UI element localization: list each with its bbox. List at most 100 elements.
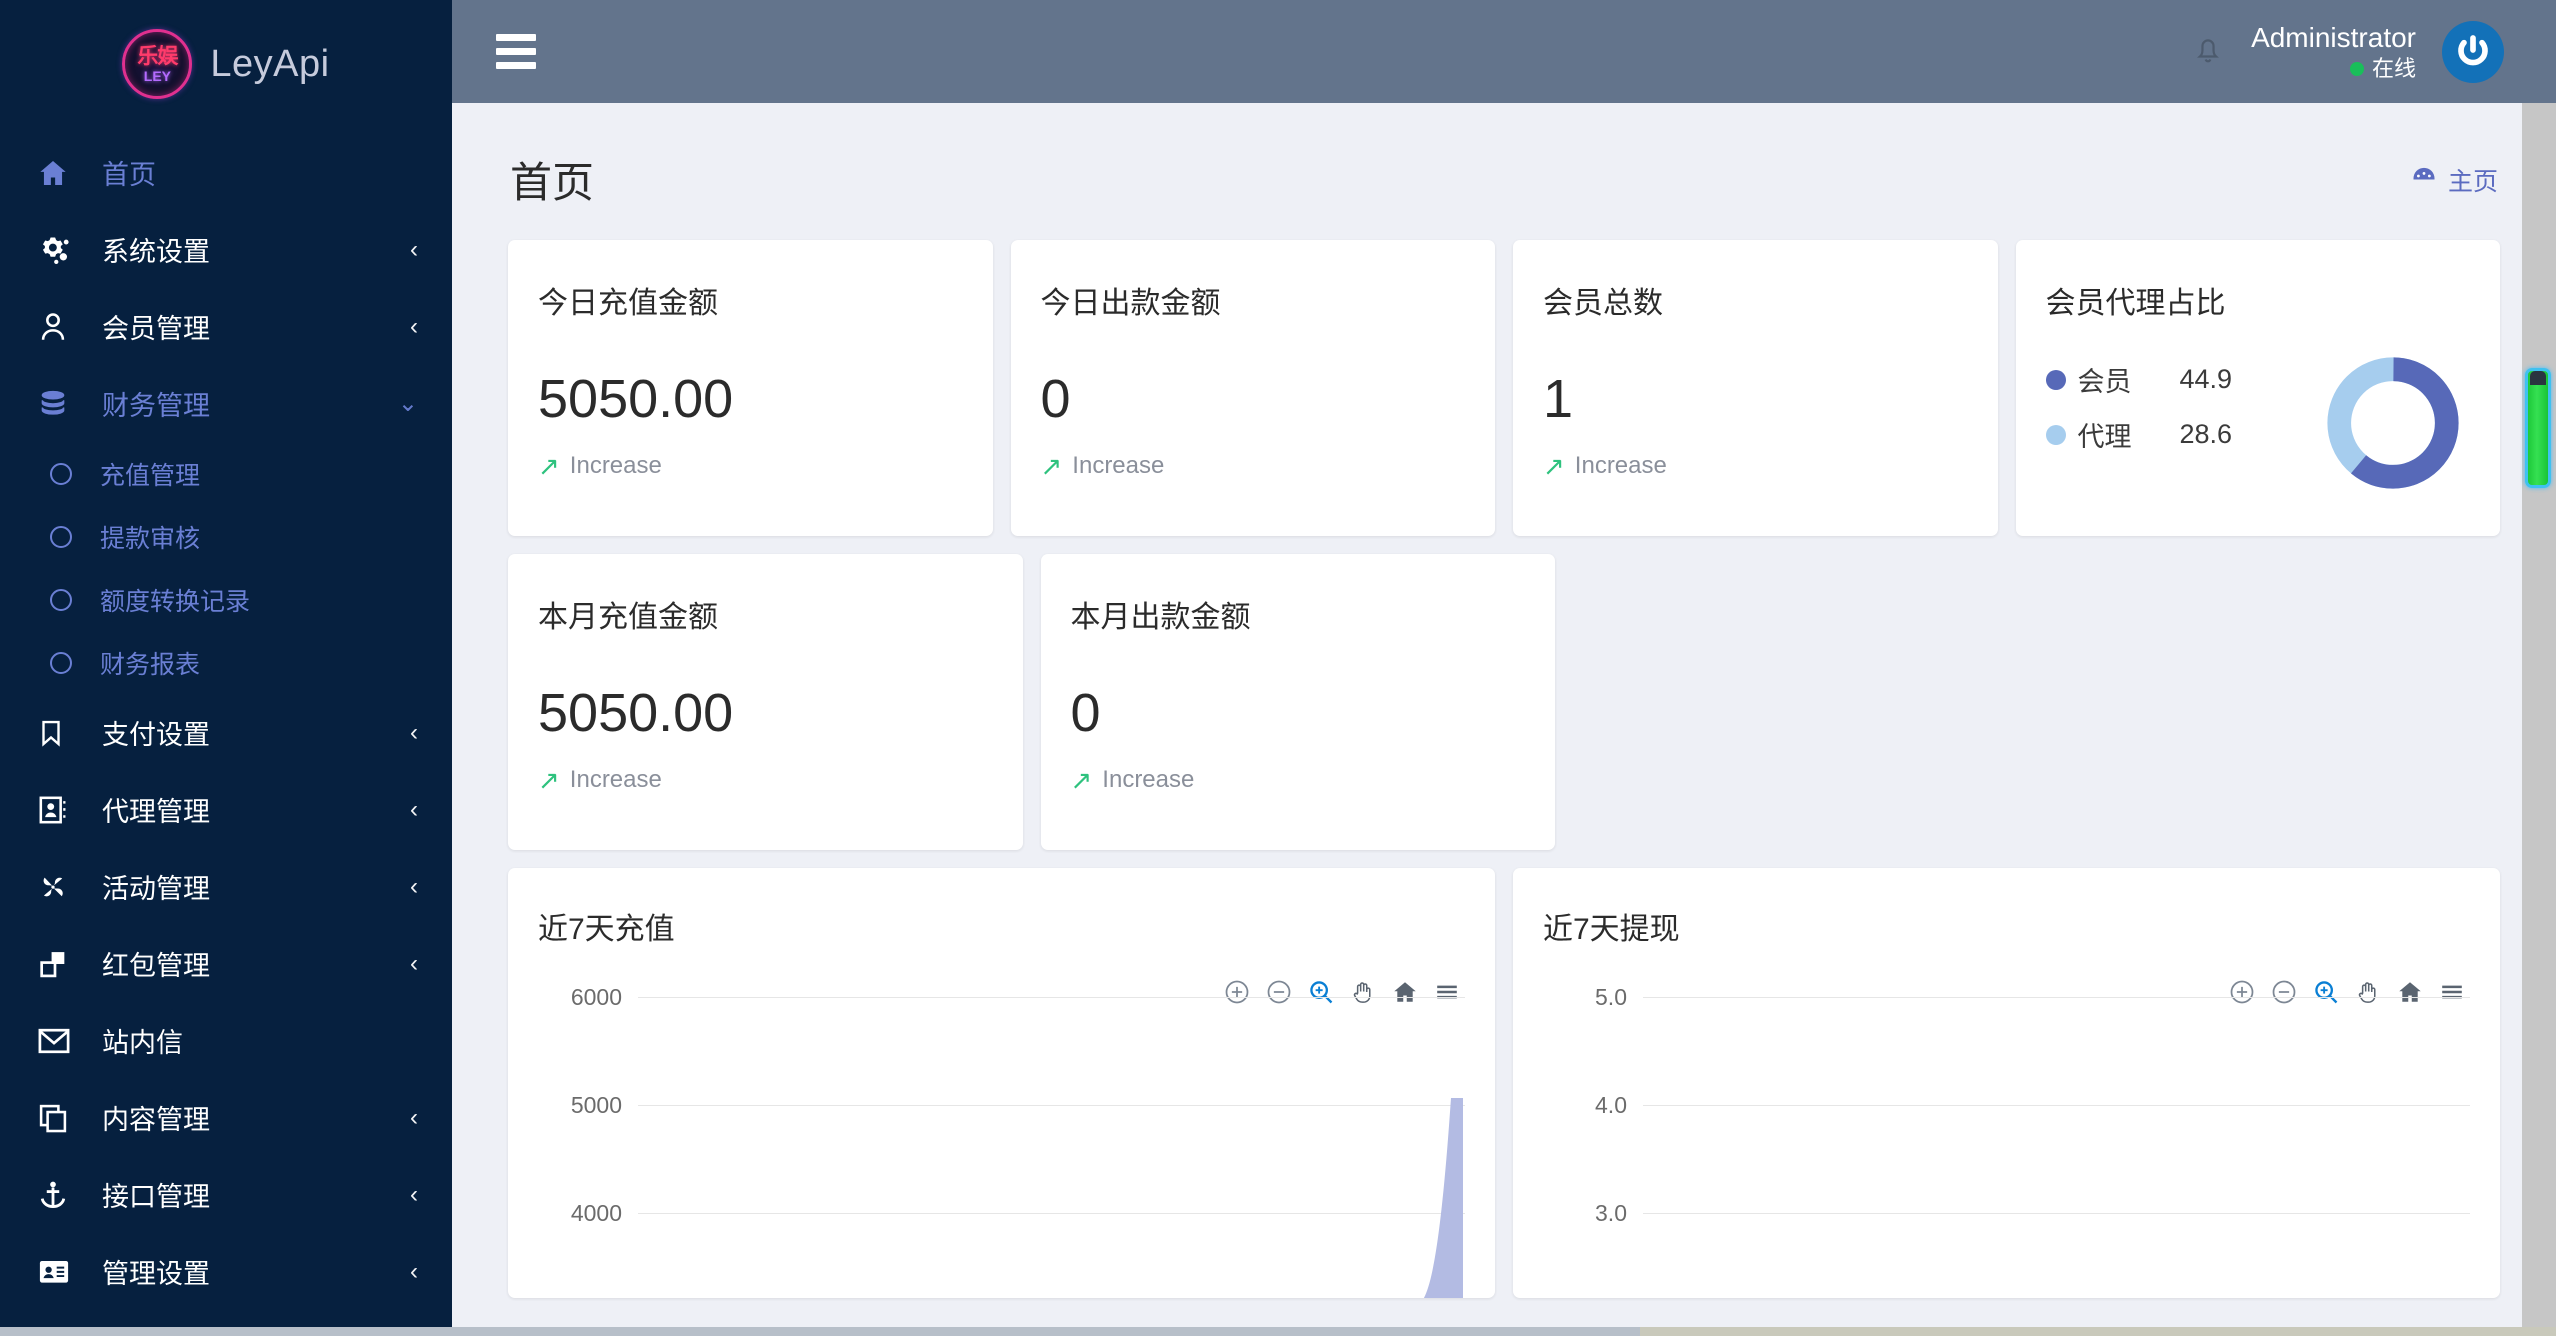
user-block[interactable]: Administrator 在线 (2251, 20, 2416, 83)
legend-label: 会员 (2077, 367, 2132, 397)
y-axis-tick: 4.0 (1543, 1092, 2470, 1119)
chart-plot: 6000 5000 4000 (538, 984, 1465, 1298)
y-axis-tick-label: 5000 (570, 1092, 622, 1118)
stat-title: 今日出款金额 (1040, 287, 1221, 320)
y-axis-tick: 4000 (538, 1200, 1465, 1227)
legend-dot-icon (2045, 424, 2066, 445)
page-scrollbar-thumb[interactable] (2525, 368, 2551, 488)
sidebar-subitem-credit-transfer-records[interactable]: 额度转换记录 (0, 568, 452, 631)
page-title: 首页 (510, 159, 595, 206)
stat-value: 0 (1040, 369, 1071, 429)
sidebar-item-home[interactable]: 首页 (0, 134, 452, 211)
y-axis-tick-label: 5.0 (1595, 984, 1627, 1010)
stat-foot-label: Increase (569, 766, 662, 793)
sidebar-item-label: 代理管理 (102, 797, 210, 827)
sidebar-subitem-recharge-management[interactable]: 充值管理 (0, 442, 452, 505)
circle-outline-icon (50, 588, 72, 611)
sidebar-item-admin-settings[interactable]: 管理设置 ‹ (0, 1233, 452, 1310)
main-area: Administrator 在线 首页 主页 今日充值金额 5050.00 ↗ … (452, 0, 2556, 1336)
y-axis-tick-label: 4000 (570, 1200, 622, 1226)
chevron-left-icon: ‹ (410, 872, 418, 900)
sidebar-item-label: 财务管理 (102, 391, 210, 421)
logo-cn-text: 乐娱 (137, 44, 178, 68)
page-content: 首页 主页 今日充值金额 5050.00 ↗ Increase 今日出款金额 0… (452, 103, 2556, 1298)
sidebar-item-api-management[interactable]: 接口管理 ‹ (0, 1156, 452, 1233)
stat-foot: ↗ Increase (538, 766, 662, 794)
stat-foot-label: Increase (1574, 452, 1667, 479)
sidebar-subitem-financial-reports[interactable]: 财务报表 (0, 631, 452, 694)
chevron-left-icon: ‹ (410, 312, 418, 340)
row2-spacer (2046, 554, 2501, 850)
stat-title: 会员总数 (1543, 287, 1663, 320)
gridline (1643, 1213, 2470, 1214)
envelope-icon (36, 1024, 82, 1058)
page-scrollbar[interactable] (2522, 103, 2556, 1336)
y-axis-tick-label: 4.0 (1595, 1092, 1627, 1118)
breadcrumb-label: 主页 (2447, 167, 2498, 196)
pinwheel-icon (36, 870, 82, 904)
donut-chart (2322, 352, 2464, 499)
circle-outline-icon (50, 651, 72, 674)
hamburger-bar (496, 48, 536, 55)
charts-row: 近7天充值 6000 5000 4000 近7天提现 5.0 4.0 3.0 (508, 868, 2500, 1298)
bottom-edge-bar (0, 1327, 2556, 1336)
sidebar-nav: 首页 系统设置 ‹ 会员管理 ‹ 财务管理 ⌄ 充值管理 提款审核 额度转换记录… (0, 128, 452, 1310)
circle-outline-icon (50, 525, 72, 548)
chevron-down-icon: ⌄ (397, 390, 418, 417)
chart-card-recharge-7d: 近7天充值 6000 5000 4000 (508, 868, 1495, 1298)
chevron-left-icon: ‹ (410, 795, 418, 823)
legend-label: 代理 (2077, 422, 2132, 452)
stat-card-today-withdraw: 今日出款金额 0 ↗ Increase (1010, 240, 1495, 536)
chevron-left-icon: ‹ (410, 1103, 418, 1131)
page-head: 首页 主页 (508, 103, 2500, 240)
sidebar-item-activity-management[interactable]: 活动管理 ‹ (0, 848, 452, 925)
chevron-left-icon: ‹ (410, 1180, 418, 1208)
sidebar-item-label: 红包管理 (102, 951, 210, 981)
sidebar-item-system-settings[interactable]: 系统设置 ‹ (0, 211, 452, 288)
legend-item-agent[interactable]: 代理 28.6 (2045, 415, 2232, 454)
logo-en-text: LEY (143, 67, 171, 84)
sidebar-item-finance-management[interactable]: 财务管理 ⌄ (0, 365, 452, 442)
sidebar-item-agent-management[interactable]: 代理管理 ‹ (0, 771, 452, 848)
gridline (1643, 1105, 2470, 1106)
chart-title: 近7天提现 (1543, 913, 1680, 946)
sidebar-subitem-label: 提款审核 (100, 524, 201, 553)
anchor-icon (36, 1178, 82, 1212)
stat-card-month-withdraw: 本月出款金额 0 ↗ Increase (1040, 554, 1555, 850)
legend-item-member[interactable]: 会员 44.9 (2045, 360, 2232, 399)
sidebar-item-content-management[interactable]: 内容管理 ‹ (0, 1079, 452, 1156)
circle-outline-icon (50, 462, 72, 485)
sidebar-subitem-withdraw-review[interactable]: 提款审核 (0, 505, 452, 568)
squares-icon (36, 947, 82, 981)
stat-title: 本月充值金额 (538, 601, 718, 634)
stat-value: 5050.00 (538, 683, 734, 743)
gridline (638, 997, 1465, 998)
avatar[interactable] (2442, 20, 2504, 83)
member-agent-ratio-card: 会员代理占比 会员 44.9 代理 28.6 (2015, 240, 2500, 536)
brand-logo-area[interactable]: 乐娱 LEY LeyApi (0, 0, 452, 128)
y-axis-tick: 3.0 (1543, 1200, 2470, 1227)
area-series-recharge (1417, 1094, 1463, 1298)
stats-row-1: 今日充值金额 5050.00 ↗ Increase 今日出款金额 0 ↗ Inc… (508, 240, 2500, 536)
chart-title: 近7天充值 (538, 913, 675, 946)
dashboard-icon (2410, 162, 2438, 197)
stat-title: 今日充值金额 (538, 287, 718, 320)
sidebar-item-member-management[interactable]: 会员管理 ‹ (0, 288, 452, 365)
sidebar-item-internal-mail[interactable]: 站内信 (0, 1002, 452, 1079)
trend-up-icon: ↗ (1040, 451, 1063, 481)
user-icon (36, 310, 82, 344)
hamburger-icon[interactable] (496, 34, 536, 69)
sidebar-item-redpacket-management[interactable]: 红包管理 ‹ (0, 925, 452, 1002)
bell-icon[interactable] (2191, 31, 2225, 72)
y-axis-tick-label: 6000 (570, 984, 622, 1010)
y-axis-tick: 6000 (538, 984, 1465, 1011)
sidebar-item-label: 支付设置 (102, 720, 210, 750)
breadcrumb[interactable]: 主页 (2410, 162, 2498, 198)
sidebar-item-payment-settings[interactable]: 支付设置 ‹ (0, 694, 452, 771)
stat-foot: ↗ Increase (538, 452, 662, 480)
sidebar: 乐娱 LEY LeyApi 首页 系统设置 ‹ 会员管理 ‹ 财务管理 ⌄ 充值… (0, 0, 452, 1336)
sidebar-subitem-label: 充值管理 (100, 461, 201, 490)
stat-foot: ↗ Increase (1543, 452, 1667, 480)
chart-card-withdraw-7d: 近7天提现 5.0 4.0 3.0 (1513, 868, 2500, 1298)
copy-icon (36, 1101, 82, 1135)
